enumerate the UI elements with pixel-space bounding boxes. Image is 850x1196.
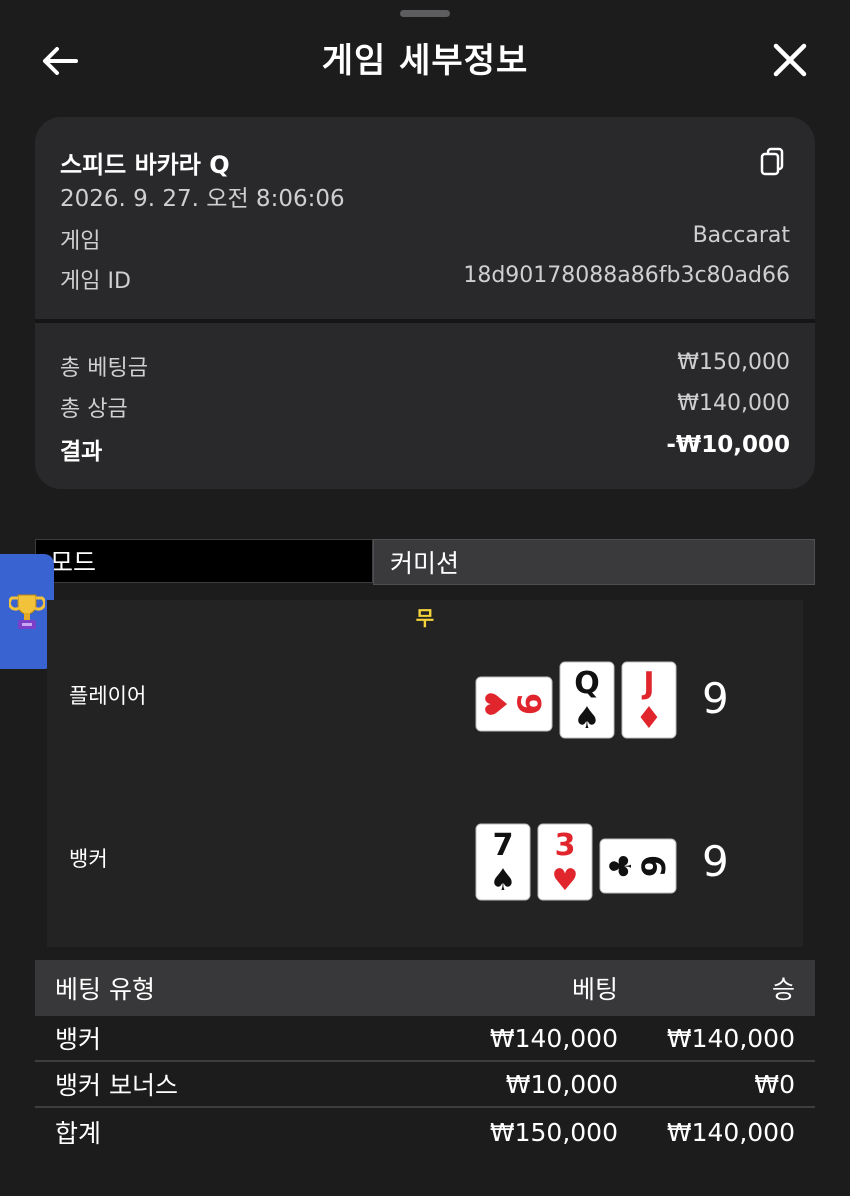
svg-text:♦: ♦: [636, 701, 663, 736]
close-icon: [773, 43, 807, 77]
game-type-value: Baccarat: [692, 223, 790, 248]
banker-score: 9: [702, 837, 729, 886]
header-bet: 베팅: [571, 975, 618, 1004]
total-win-label: 총 상금: [60, 397, 128, 422]
game-info-section: 스피드 바카라 Q 2026. 9. 27. 오전 8:06:06 게임 Bac…: [35, 117, 815, 319]
svg-text:9: 9: [635, 855, 673, 877]
player-card-Q-of-spades: Q♠: [559, 661, 615, 739]
total-win-value: ₩140,000: [677, 391, 790, 416]
svg-text:♥: ♥: [552, 863, 579, 898]
close-button[interactable]: [766, 36, 814, 84]
game-id-value[interactable]: 18d90178088a86fb3c80ad66: [463, 263, 790, 288]
svg-text:Q: Q: [574, 666, 600, 701]
total-win-cell: ₩140,000: [666, 1117, 795, 1147]
banker-card-7-of-spades: 7♠: [475, 823, 531, 901]
total-bet-label: 총 베팅금: [60, 356, 148, 381]
page-title: 게임 세부정보: [321, 41, 529, 81]
mode-row: 모드 커미션: [35, 539, 815, 585]
svg-text:♥: ♥: [480, 691, 515, 718]
table-row: 뱅커 ₩140,000 ₩140,000: [35, 1016, 815, 1062]
result-label: 결과: [60, 439, 103, 465]
round-outcome: 무: [415, 606, 435, 630]
header-win: 승: [771, 975, 795, 1004]
bets-table: 베팅 유형 베팅 승 뱅커 ₩140,000 ₩140,000 뱅커 보너스 ₩…: [35, 960, 815, 1156]
round-result-panel: 무 플레이어 뱅커 ♥ 6 Q ♠ J ♦ 7 ♠ 3 ♥ ♣ 9 9 9: [47, 600, 803, 947]
card-divider: [35, 319, 815, 323]
game-details-sheet: 게임 세부정보 스피드 바카라 Q 2026. 9. 27. 오전 8:06:0…: [0, 0, 850, 1196]
banker-label: 뱅커: [69, 847, 108, 871]
copy-icon: [760, 147, 784, 176]
game-type-label: 게임: [60, 229, 101, 254]
svg-text:3: 3: [555, 828, 576, 863]
player-card-J-of-diamonds: J♦: [621, 661, 677, 739]
bet-amount-cell: ₩140,000: [489, 1023, 618, 1053]
table-row: 뱅커 보너스 ₩10,000 ₩0: [35, 1062, 815, 1108]
svg-text:♠: ♠: [490, 863, 517, 898]
mode-label: 모드: [35, 539, 373, 583]
banker-card-9-of-clubs: ♣9: [599, 838, 677, 894]
svg-text:7: 7: [493, 828, 514, 863]
header-bet-type: 베팅 유형: [55, 975, 155, 1004]
banker-card-3-of-hearts: 3♥: [537, 823, 593, 901]
bet-amount-cell: ₩10,000: [505, 1069, 618, 1099]
sheet-grabber[interactable]: [400, 10, 450, 17]
table-total-row: 합계 ₩150,000 ₩140,000: [35, 1108, 815, 1156]
bet-type-cell: 뱅커 보너스: [55, 1071, 178, 1100]
game-datetime: 2026. 9. 27. 오전 8:06:06: [60, 186, 345, 212]
copy-button[interactable]: [757, 145, 791, 179]
svg-text:6: 6: [511, 693, 549, 715]
svg-text:J: J: [641, 666, 654, 701]
player-card-6-of-hearts: ♥6: [475, 676, 553, 732]
game-summary-card: 스피드 바카라 Q 2026. 9. 27. 오전 8:06:06 게임 Bac…: [35, 117, 815, 489]
bets-table-header: 베팅 유형 베팅 승: [35, 960, 815, 1016]
trophy-button[interactable]: [0, 554, 54, 669]
svg-text:♣: ♣: [604, 853, 639, 880]
total-bet-cell: ₩150,000: [489, 1117, 618, 1147]
total-bet-value: ₩150,000: [677, 350, 790, 375]
bet-type-cell: 뱅커: [55, 1025, 102, 1054]
mode-value: 커미션: [373, 539, 815, 585]
player-score: 9: [702, 674, 729, 723]
win-amount-cell: ₩0: [754, 1069, 795, 1099]
trophy-icon: [9, 594, 45, 629]
player-cards: ♥6Q♠J♦: [475, 661, 677, 739]
result-value: -₩10,000: [666, 432, 790, 458]
game-name: 스피드 바카라 Q: [60, 151, 230, 179]
game-id-label: 게임 ID: [60, 269, 131, 294]
svg-text:♠: ♠: [574, 701, 601, 736]
total-label-cell: 합계: [55, 1119, 102, 1148]
player-label: 플레이어: [69, 684, 147, 708]
banker-cards: 7♠3♥ ♣9: [475, 823, 677, 901]
win-amount-cell: ₩140,000: [666, 1023, 795, 1053]
